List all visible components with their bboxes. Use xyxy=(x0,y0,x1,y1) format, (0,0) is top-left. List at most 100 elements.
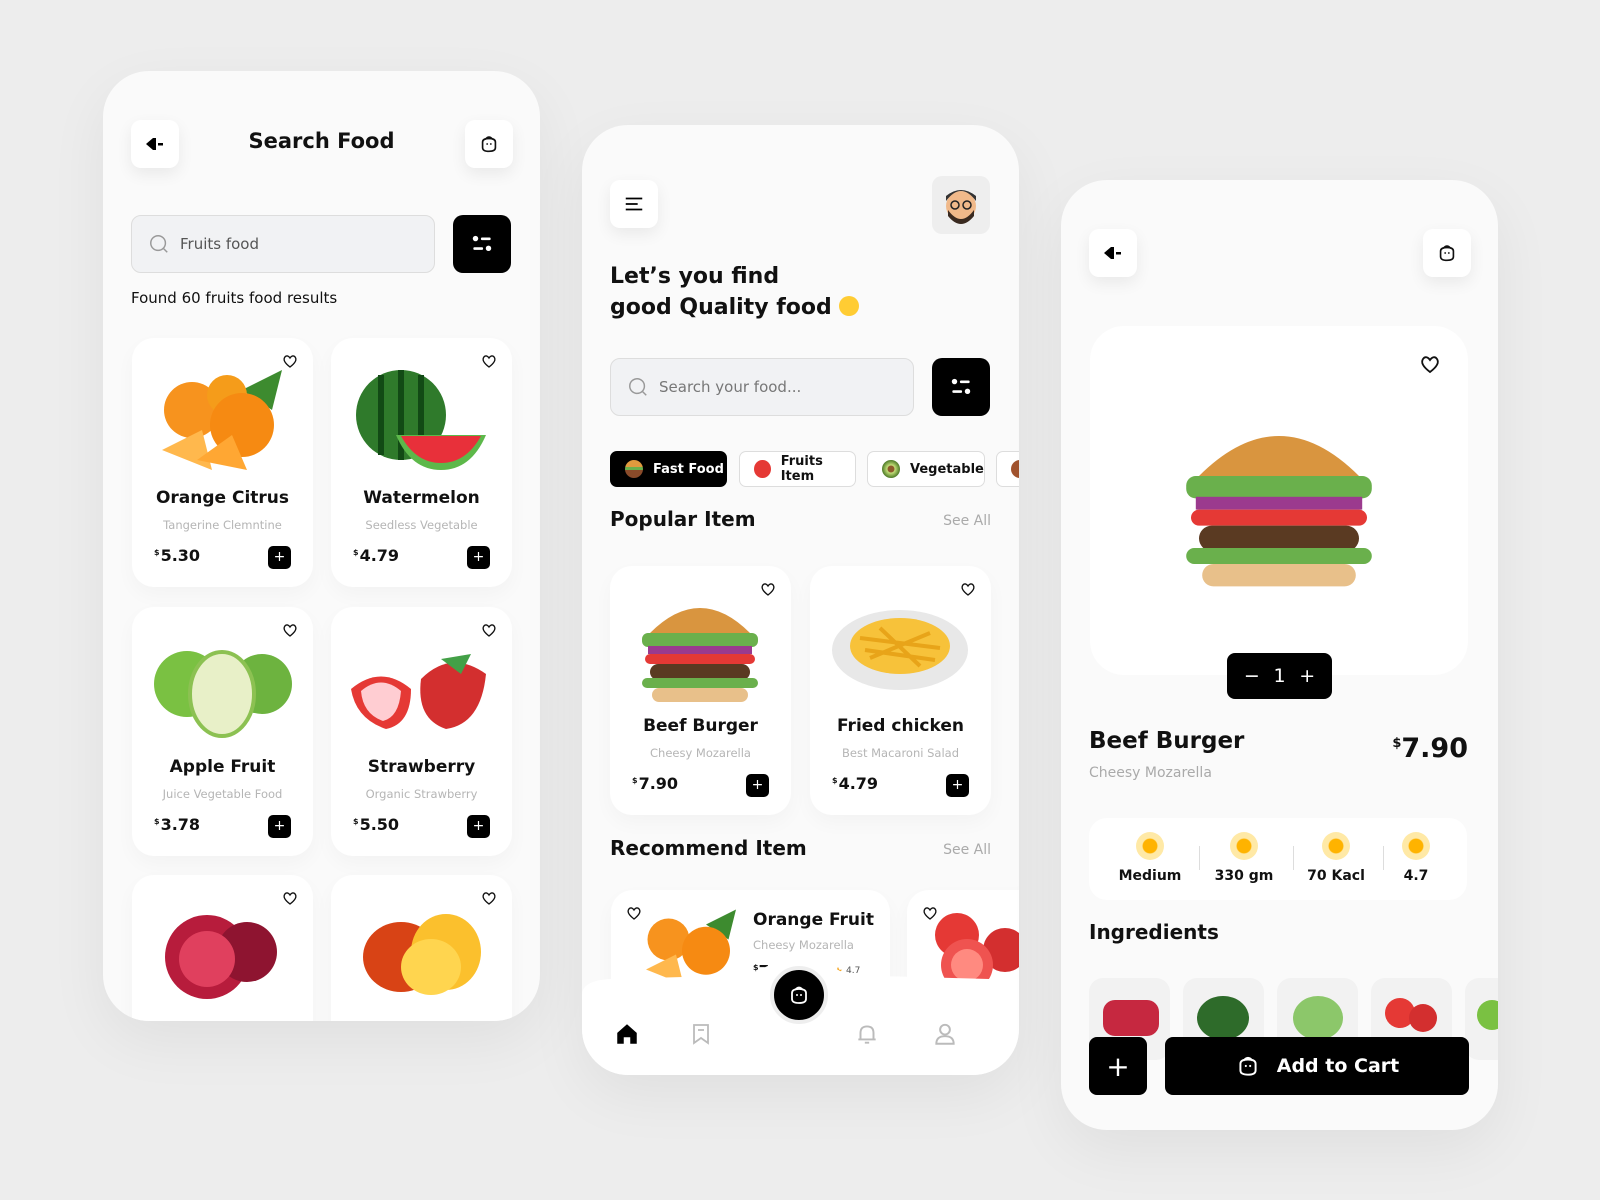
ingredients-title: Ingredients xyxy=(1089,920,1219,944)
nav-home-icon[interactable] xyxy=(614,1021,640,1047)
item-subtitle: Seedless Vegetable xyxy=(365,518,478,532)
stat-size: Medium xyxy=(1103,818,1197,884)
search-field[interactable] xyxy=(610,358,914,416)
category-fast-food[interactable]: Fast Food xyxy=(610,451,727,487)
item-subtitle: Juice Vegetable Food xyxy=(162,787,283,801)
food-card[interactable]: Watermelon Seedless Vegetable $4.79 + xyxy=(331,338,512,587)
item-name: Orange Fruit xyxy=(753,910,874,930)
shopping-bag-icon xyxy=(1235,1053,1261,1079)
menu-button[interactable] xyxy=(610,180,658,228)
recommend-title: Recommend Item xyxy=(610,836,807,860)
stat-rating: 4.7 xyxy=(1369,818,1463,884)
food-detail-screen: − 1 + Beef Burger Cheesy Mozarella $7.90… xyxy=(1061,180,1498,1130)
food-card[interactable]: Apple Fruit Juice Vegetable Food $3.78 + xyxy=(132,607,313,856)
add-button[interactable]: + xyxy=(268,546,291,569)
filter-button[interactable] xyxy=(932,358,990,416)
filter-icon xyxy=(948,374,974,400)
weight-scale-icon xyxy=(1230,832,1258,860)
pomegranate-image xyxy=(165,915,277,999)
watermelon-image xyxy=(356,370,486,470)
filter-button[interactable] xyxy=(453,215,511,273)
food-card[interactable]: Strawberry Organic Strawberry $5.50 + xyxy=(331,607,512,856)
cart-button[interactable] xyxy=(465,120,513,168)
increase-button[interactable]: + xyxy=(1299,665,1315,687)
search-field[interactable] xyxy=(131,215,435,273)
popular-card[interactable]: Fried chicken Best Macaroni Salad $4.79 … xyxy=(810,566,991,815)
item-subtitle: Cheesy Mozarella xyxy=(753,938,854,952)
burger-icon xyxy=(625,460,643,478)
flame-icon xyxy=(1322,832,1350,860)
back-arrow-icon xyxy=(1101,241,1125,265)
strawberry-image xyxy=(351,654,486,729)
add-button[interactable]: + xyxy=(467,815,490,838)
item-name: Apple Fruit xyxy=(169,757,276,777)
popular-card[interactable]: Beef Burger Cheesy Mozarella $7.90 + xyxy=(610,566,791,815)
food-card[interactable] xyxy=(132,875,313,1021)
item-price: $4.79 xyxy=(832,774,879,793)
shopping-bag-icon xyxy=(787,983,811,1007)
item-name: Fried chicken xyxy=(837,716,964,736)
greeting-heading: Let’s you find good Quality food xyxy=(610,261,860,323)
orange-image xyxy=(162,370,282,470)
back-button[interactable] xyxy=(1089,229,1137,277)
nutrition-stats: Medium 330 gm 70 Kacl 4.7 xyxy=(1089,818,1467,900)
rating-stars-icon xyxy=(1402,832,1430,860)
add-button[interactable]: + xyxy=(746,774,769,797)
food-card[interactable]: Orange Citrus Tangerine Clemntine $5.30 … xyxy=(132,338,313,587)
item-name: Strawberry xyxy=(367,757,476,777)
mango-image xyxy=(363,914,481,995)
item-price: $4.79 xyxy=(353,546,400,565)
item-subtitle: Organic Strawberry xyxy=(365,787,478,801)
apple-image xyxy=(154,650,292,738)
item-name: Watermelon xyxy=(363,488,480,508)
home-screen: Let’s you find good Quality food Fast Fo… xyxy=(582,125,1019,1075)
product-image-card xyxy=(1090,326,1468,675)
food-card[interactable] xyxy=(331,875,512,1021)
category-more[interactable] xyxy=(996,451,1019,487)
nav-profile-icon[interactable] xyxy=(932,1021,958,1047)
item-subtitle: Cheesy Mozarella xyxy=(650,746,751,760)
add-button[interactable]: + xyxy=(467,546,490,569)
item-price: $7.90 xyxy=(632,774,679,793)
popular-see-all[interactable]: See All xyxy=(943,513,991,529)
stat-weight: 330 gm xyxy=(1197,818,1291,884)
nav-bell-icon[interactable] xyxy=(854,1021,880,1047)
avatar-image xyxy=(946,190,976,224)
menu-icon xyxy=(625,197,643,211)
item-name: Beef Burger xyxy=(643,716,758,736)
chicken-leg-icon xyxy=(1011,460,1019,478)
size-icon xyxy=(1136,832,1164,860)
quantity-value: 1 xyxy=(1273,665,1286,687)
product-price: $7.90 xyxy=(1392,733,1468,764)
decrease-button[interactable]: − xyxy=(1244,665,1260,687)
item-subtitle: Tangerine Clemntine xyxy=(163,518,282,532)
product-subtitle: Cheesy Mozarella xyxy=(1089,765,1212,781)
item-price: $3.78 xyxy=(154,815,201,834)
shopping-bag-icon xyxy=(1436,242,1458,264)
heart-icon[interactable] xyxy=(1418,352,1442,376)
cart-button[interactable] xyxy=(1423,229,1471,277)
search-input[interactable] xyxy=(180,235,400,253)
add-button[interactable]: + xyxy=(268,815,291,838)
strawberry-icon xyxy=(754,460,771,478)
nav-cart-button[interactable] xyxy=(770,966,828,1024)
add-extra-button[interactable]: + xyxy=(1089,1037,1147,1095)
shopping-bag-icon xyxy=(478,133,500,155)
burger-image xyxy=(642,608,758,702)
category-fruits[interactable]: Fruits Item xyxy=(739,451,856,487)
recommend-see-all[interactable]: See All xyxy=(943,842,991,858)
quantity-stepper[interactable]: − 1 + xyxy=(1227,653,1332,699)
smiley-icon xyxy=(839,296,860,316)
avatar[interactable] xyxy=(932,176,990,234)
ingredient-apple[interactable] xyxy=(1465,978,1498,1060)
search-icon xyxy=(148,233,170,255)
category-vegetable[interactable]: Vegetable xyxy=(867,451,985,487)
search-icon xyxy=(627,376,649,398)
search-food-screen: Search Food Found 60 fruits food results… xyxy=(103,71,540,1021)
nav-bookmark-icon[interactable] xyxy=(689,1021,713,1047)
search-input[interactable] xyxy=(659,378,879,396)
burger-image xyxy=(1186,436,1372,587)
popular-title: Popular Item xyxy=(610,507,756,531)
add-button[interactable]: + xyxy=(946,774,969,797)
add-to-cart-button[interactable]: Add to Cart xyxy=(1165,1037,1469,1095)
